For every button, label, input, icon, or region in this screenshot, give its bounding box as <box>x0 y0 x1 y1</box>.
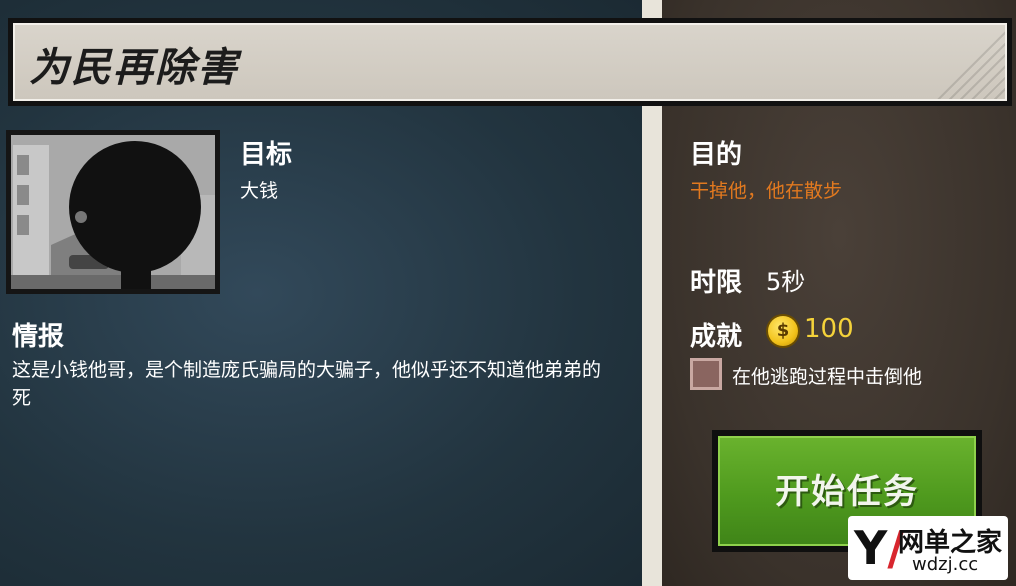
target-name: 大钱 <box>240 180 279 202</box>
target-label: 目标 <box>240 140 293 170</box>
target-silhouette-image <box>11 135 215 289</box>
time-limit-value: 5秒 <box>766 268 806 296</box>
purpose-label: 目的 <box>690 140 743 170</box>
achievement-label: 成就 <box>690 322 743 352</box>
time-limit-label: 时限 <box>690 268 743 298</box>
start-mission-label[interactable]: 开始任务 <box>718 464 976 513</box>
title-plate: 为民再除害 <box>13 23 1007 101</box>
reward-value: 100 <box>804 314 854 344</box>
bonus-task-label: 在他逃跑过程中击倒他 <box>732 366 923 388</box>
target-silhouette-icon <box>11 135 215 289</box>
watermark-logo-icon: Y/ <box>854 521 905 575</box>
purpose-text: 干掉他，他在散步 <box>690 180 843 202</box>
intel-text: 这是小钱他哥，是个制造庞氏骗局的大骗子，他似乎还不知道他弟弟的死 <box>12 359 602 409</box>
bonus-task-checkbox[interactable] <box>690 358 722 390</box>
watermark-url: wdzj.cc <box>912 554 979 575</box>
target-portrait <box>6 130 220 294</box>
coin-icon: $ <box>768 316 798 346</box>
intel-label: 情报 <box>12 322 65 352</box>
title-banner: 为民再除害 <box>8 18 1012 106</box>
mission-title: 为民再除害 <box>29 45 239 91</box>
watermark-badge: Y/ 网单之家 wdzj.cc <box>848 516 1008 580</box>
